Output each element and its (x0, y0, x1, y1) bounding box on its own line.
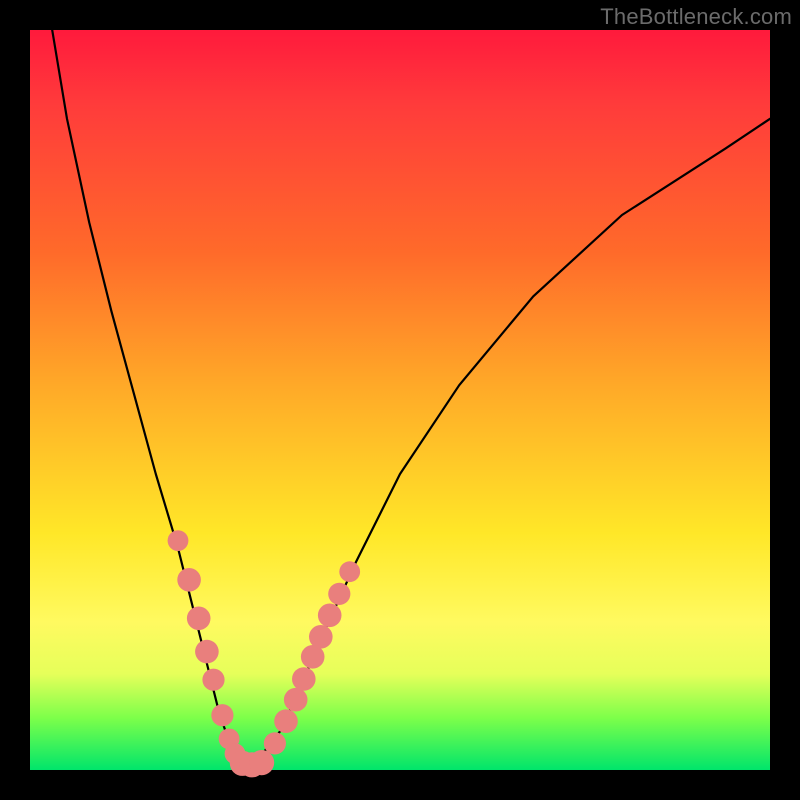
watermark-text: TheBottleneck.com (600, 4, 792, 30)
beads-group (168, 530, 361, 777)
bead-marker (249, 750, 274, 775)
curve-svg (30, 30, 770, 770)
bead-marker (309, 625, 333, 649)
bead-marker (292, 667, 316, 691)
bead-marker (328, 583, 350, 605)
bead-marker (177, 568, 201, 592)
bead-marker (195, 640, 219, 664)
bead-marker (168, 530, 189, 551)
bead-marker (274, 709, 298, 733)
bead-marker (318, 604, 342, 628)
chart-frame: TheBottleneck.com (0, 0, 800, 800)
bead-marker (339, 561, 360, 582)
bead-marker (284, 688, 308, 712)
bead-marker (187, 607, 211, 631)
v-curve-path (52, 30, 770, 765)
bead-marker (264, 732, 286, 754)
bead-marker (211, 704, 233, 726)
bead-marker (202, 669, 224, 691)
plot-area (30, 30, 770, 770)
